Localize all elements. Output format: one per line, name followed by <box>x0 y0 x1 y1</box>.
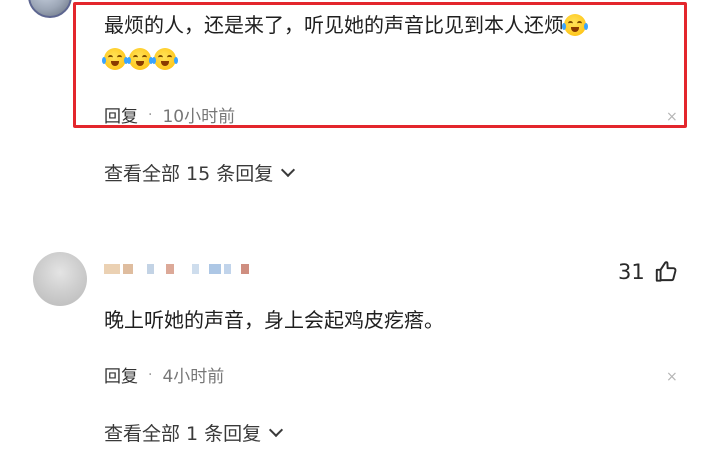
comment-meta: 回复 · 10小时前 <box>104 102 236 128</box>
like-area[interactable]: 31 <box>618 259 679 285</box>
view-all-replies-label: 查看全部 1 条回复 <box>104 423 262 445</box>
chevron-down-icon <box>269 422 284 437</box>
comment-text: 晚上听她的声音，身上会起鸡皮疙瘩。 <box>104 308 444 332</box>
crying-laughing-emoji-icon <box>102 48 128 70</box>
comment-text: 最烦的人，还是来了，听见她的声音比见到本人还烦 <box>104 11 589 39</box>
username-redacted[interactable] <box>104 262 249 276</box>
comment-meta: 回复 · 4小时前 <box>104 362 225 388</box>
meta-separator: · <box>148 106 153 123</box>
comment-text-line1: 最烦的人，还是来了，听见她的声音比见到本人还烦 <box>104 13 564 37</box>
commenter-avatar[interactable] <box>33 252 87 306</box>
close-icon[interactable]: × <box>666 370 678 384</box>
view-all-replies-label: 查看全部 15 条回复 <box>104 163 274 185</box>
view-all-replies-button[interactable]: 查看全部 1 条回复 <box>104 419 284 446</box>
like-count: 31 <box>618 260 645 284</box>
close-icon[interactable]: × <box>666 110 678 124</box>
view-all-replies-button[interactable]: 查看全部 15 条回复 <box>104 159 296 186</box>
meta-separator: · <box>148 366 153 383</box>
crying-laughing-emoji-icon <box>127 48 153 70</box>
reply-button[interactable]: 回复 <box>104 102 138 127</box>
crying-laughing-emoji-icon <box>152 48 178 70</box>
reply-button[interactable]: 回复 <box>104 362 138 387</box>
comment-timestamp: 4小时前 <box>162 367 225 387</box>
comment-thread: 最烦的人，还是来了，听见她的声音比见到本人还烦 回复 · 10小时前 × 查看全… <box>0 0 719 454</box>
commenter-avatar[interactable] <box>28 0 72 18</box>
crying-laughing-emoji-icon <box>562 14 588 36</box>
chevron-down-icon <box>281 162 296 177</box>
thumbs-up-icon[interactable] <box>653 259 679 285</box>
comment-timestamp: 10小时前 <box>162 107 236 127</box>
comment-emoji-row <box>102 45 179 73</box>
